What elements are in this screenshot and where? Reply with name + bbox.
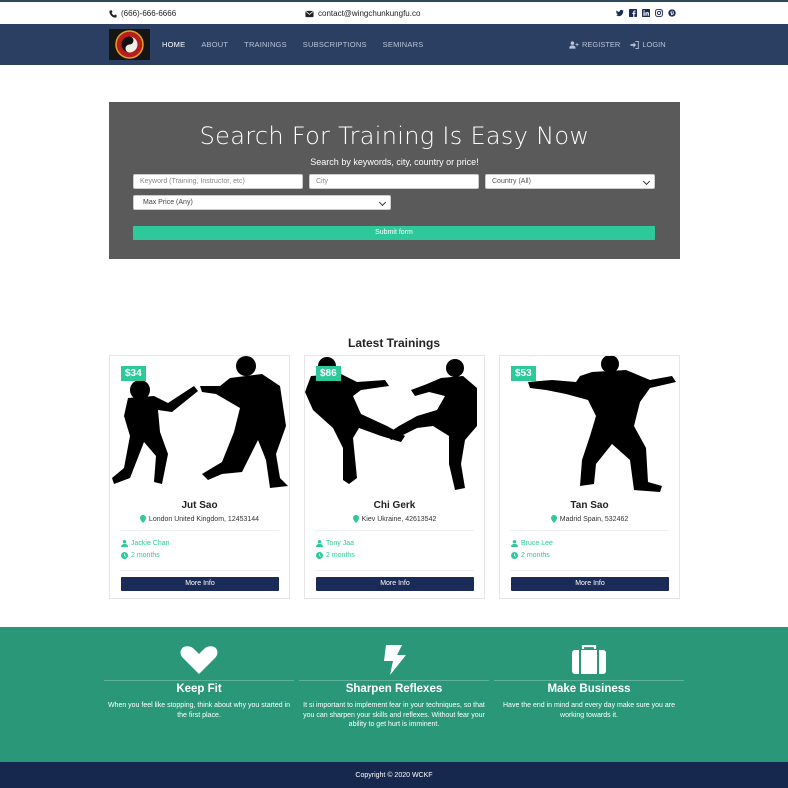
feature-title: Sharpen Reflexes: [345, 683, 443, 695]
features-section: Keep Fit When you feel like stopping, th…: [0, 627, 788, 762]
duration-text: 2 months: [521, 552, 550, 559]
training-name[interactable]: Chi Gerk: [305, 500, 484, 511]
price-badge: $53: [511, 366, 536, 381]
search-title: Search For Training Is Easy Now: [199, 122, 590, 150]
email-address: contact@wingchunkungfu.co: [318, 9, 421, 18]
heart-icon: [180, 646, 218, 674]
duration-info: 2 months: [121, 552, 160, 559]
map-marker-icon: [550, 515, 557, 523]
twitter-icon[interactable]: [616, 9, 624, 17]
country-selected: Country (All): [492, 178, 531, 185]
price-badge: $34: [121, 366, 146, 381]
feature-text: Have the end in mind and every day make …: [503, 702, 675, 719]
training-name[interactable]: Tan Sao: [500, 500, 679, 511]
training-card: $34 Jut Sao London United Kingdom, 12453…: [109, 355, 290, 599]
submit-button[interactable]: Submit form: [133, 226, 655, 240]
login-label: LOGIN: [642, 40, 666, 49]
site-logo[interactable]: [109, 29, 150, 60]
map-marker-icon: [352, 515, 359, 523]
location-text: London United Kingdom, 12453144: [148, 515, 260, 523]
training-location: Kiev Ukraine, 42613542: [305, 515, 484, 523]
training-card: $53 Tan Sao Madrid Spain, 532462 Bruce L…: [499, 355, 680, 599]
search-panel: Search For Training Is Easy Now Search b…: [109, 102, 680, 259]
card-divider: [510, 570, 669, 571]
instagram-icon[interactable]: [655, 9, 663, 17]
latest-trainings-title: Latest Trainings: [347, 336, 441, 350]
location-text: Kiev Ukraine, 42613542: [361, 515, 437, 523]
card-divider: [510, 530, 669, 531]
duration-info: 2 months: [316, 552, 355, 559]
card-divider: [315, 530, 474, 531]
instructor-name: Bruce Lee: [521, 540, 553, 547]
max-price-selected: Max Price (Any): [143, 199, 193, 206]
feature-text: It si important to implement fear in you…: [303, 702, 485, 728]
card-divider: [120, 570, 279, 571]
location-text: Madrid Spain, 532462: [559, 515, 629, 523]
feature-divider: [104, 680, 294, 681]
instructor-name: Jackie Chan: [131, 540, 170, 547]
auth-nav: REGISTER LOGIN: [569, 24, 666, 65]
envelope-icon: [305, 10, 314, 17]
linkedin-icon[interactable]: [642, 9, 650, 17]
country-select[interactable]: Country (All): [485, 174, 655, 189]
training-card: $86 Chi Gerk Kiev Ukraine, 42613542 Tony…: [304, 355, 485, 599]
city-input[interactable]: City: [309, 174, 479, 189]
more-info-button[interactable]: More Info: [121, 577, 279, 591]
training-location: London United Kingdom, 12453144: [110, 515, 289, 523]
email-contact[interactable]: contact@wingchunkungfu.co: [305, 9, 420, 18]
user-icon: [316, 540, 323, 547]
lightning-icon: [384, 645, 406, 675]
clock-icon: [121, 552, 128, 559]
max-price-select[interactable]: Max Price (Any): [133, 195, 391, 210]
social-links: [616, 9, 676, 17]
price-badge: $86: [316, 366, 341, 381]
register-label: REGISTER: [582, 40, 621, 49]
instructor-info: Jackie Chan: [121, 540, 170, 547]
card-divider: [315, 570, 474, 571]
nav-item-seminars[interactable]: SEMINARS: [383, 40, 424, 49]
facebook-icon[interactable]: [629, 9, 637, 17]
feature-divider: [494, 680, 684, 681]
map-marker-icon: [139, 515, 146, 523]
phone-contact[interactable]: (666)-666-6666: [109, 9, 176, 18]
instructor-info: Bruce Lee: [511, 540, 553, 547]
pinterest-icon[interactable]: [668, 9, 676, 17]
more-info-button[interactable]: More Info: [316, 577, 474, 591]
register-link[interactable]: REGISTER: [569, 40, 620, 49]
phone-icon: [109, 9, 117, 18]
training-name[interactable]: Jut Sao: [110, 500, 289, 511]
briefcase-icon: [572, 645, 606, 674]
keyword-input[interactable]: Keyword (Training, Instructor, etc): [133, 174, 303, 189]
instructor-name: Tony Jaa: [326, 540, 355, 547]
feature-divider: [299, 680, 489, 681]
feature-title: Make Business: [547, 683, 631, 695]
primary-nav: HOME ABOUT TRAININGS SUBSCRIPTIONS SEMIN…: [162, 24, 423, 65]
search-subtitle: Search by keywords, city, country or pri…: [310, 157, 479, 167]
main-navbar: HOME ABOUT TRAININGS SUBSCRIPTIONS SEMIN…: [0, 24, 788, 65]
nav-item-trainings[interactable]: TRAININGS: [244, 40, 287, 49]
duration-info: 2 months: [511, 552, 550, 559]
user-plus-icon: [569, 40, 579, 49]
feature-text: When you feel like stopping, think about…: [107, 702, 291, 719]
user-icon: [511, 540, 518, 547]
instructor-info: Tony Jaa: [316, 540, 354, 547]
training-location: Madrid Spain, 532462: [500, 515, 679, 523]
nav-item-subscriptions[interactable]: SUBSCRIPTIONS: [303, 40, 367, 49]
nav-item-home[interactable]: HOME: [162, 40, 185, 49]
phone-number: (666)-666-6666: [121, 9, 177, 18]
footer: Copyright © 2020 WCKF: [0, 762, 788, 788]
top-info-bar: (666)-666-6666 contact@wingchunkungfu.co: [0, 0, 788, 24]
nav-item-about[interactable]: ABOUT: [201, 40, 228, 49]
sign-in-icon: [630, 40, 640, 49]
more-info-button[interactable]: More Info: [511, 577, 669, 591]
clock-icon: [511, 552, 518, 559]
user-icon: [121, 540, 128, 547]
card-divider: [120, 530, 279, 531]
login-link[interactable]: LOGIN: [630, 40, 666, 49]
copyright-text: Copyright © 2020 WCKF: [355, 772, 433, 779]
feature-title: Keep Fit: [176, 683, 222, 695]
duration-text: 2 months: [326, 552, 355, 559]
clock-icon: [316, 552, 323, 559]
duration-text: 2 months: [131, 552, 160, 559]
